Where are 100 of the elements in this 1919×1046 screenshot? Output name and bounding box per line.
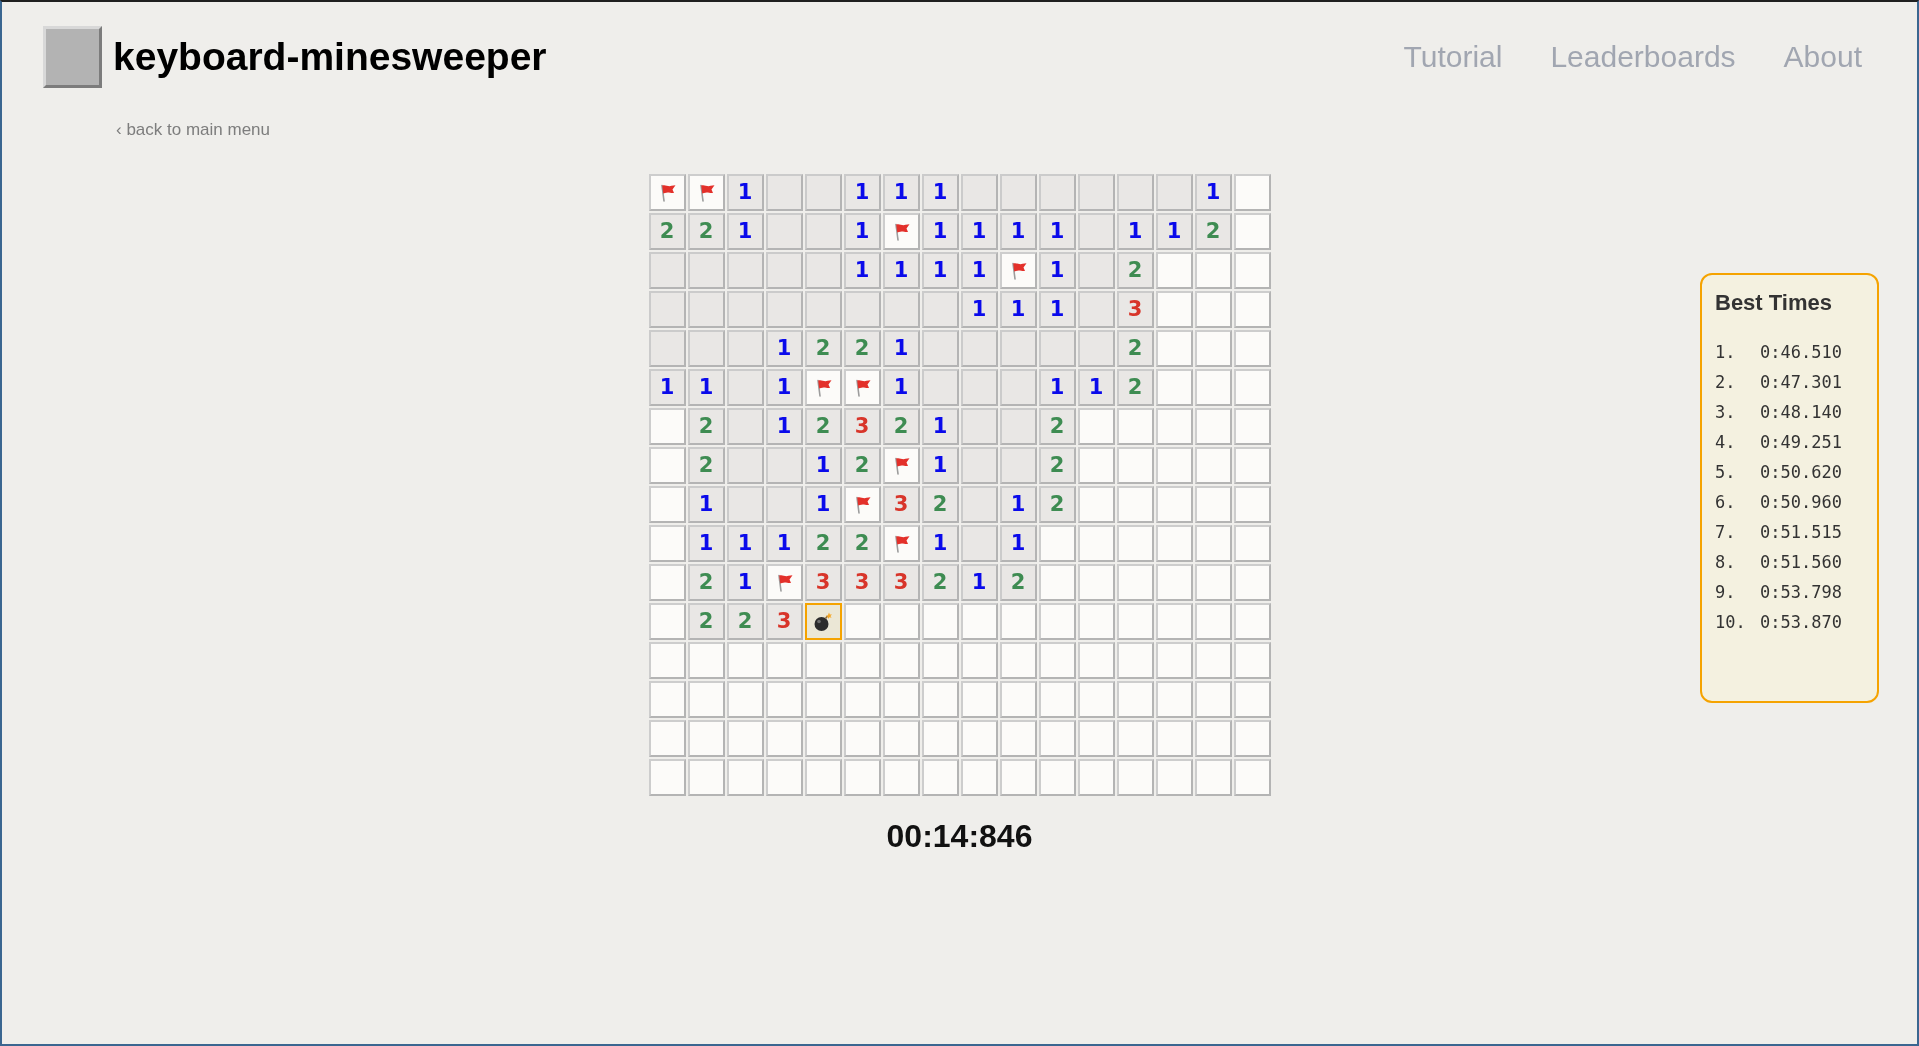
flagged-tile[interactable]: [882, 213, 920, 250]
covered-tile[interactable]: [1155, 564, 1193, 601]
covered-tile[interactable]: [1233, 291, 1271, 328]
covered-tile[interactable]: [1155, 408, 1193, 445]
covered-tile[interactable]: [765, 681, 803, 718]
covered-tile[interactable]: [1155, 369, 1193, 406]
covered-tile[interactable]: [1194, 447, 1232, 484]
covered-tile[interactable]: [1038, 603, 1076, 640]
open-tile[interactable]: [687, 252, 725, 289]
covered-tile[interactable]: [1038, 720, 1076, 757]
covered-tile[interactable]: [960, 720, 998, 757]
covered-tile[interactable]: [960, 759, 998, 796]
open-tile[interactable]: [1038, 174, 1076, 211]
covered-tile[interactable]: [1038, 759, 1076, 796]
covered-tile[interactable]: [1155, 330, 1193, 367]
number-tile[interactable]: 1: [882, 252, 920, 289]
number-tile[interactable]: 1: [921, 174, 959, 211]
covered-tile[interactable]: [726, 642, 764, 679]
covered-tile[interactable]: [1194, 486, 1232, 523]
covered-tile[interactable]: [1233, 213, 1271, 250]
covered-tile[interactable]: [1038, 525, 1076, 562]
number-tile[interactable]: 1: [843, 252, 881, 289]
covered-tile[interactable]: [1233, 369, 1271, 406]
covered-tile[interactable]: [1194, 330, 1232, 367]
covered-tile[interactable]: [999, 642, 1037, 679]
covered-tile[interactable]: [1116, 759, 1154, 796]
open-tile[interactable]: [882, 291, 920, 328]
number-tile[interactable]: 1: [804, 486, 842, 523]
open-tile[interactable]: [921, 291, 959, 328]
covered-tile[interactable]: [1194, 291, 1232, 328]
number-tile[interactable]: 3: [843, 564, 881, 601]
open-tile[interactable]: [726, 252, 764, 289]
covered-tile[interactable]: [1194, 369, 1232, 406]
open-tile[interactable]: [960, 525, 998, 562]
number-tile[interactable]: 1: [921, 252, 959, 289]
open-tile[interactable]: [765, 213, 803, 250]
number-tile[interactable]: 1: [921, 525, 959, 562]
covered-tile[interactable]: [882, 759, 920, 796]
covered-tile[interactable]: [804, 720, 842, 757]
mine-tile[interactable]: [804, 603, 842, 640]
covered-tile[interactable]: [843, 681, 881, 718]
number-tile[interactable]: 1: [999, 486, 1037, 523]
covered-tile[interactable]: [1116, 408, 1154, 445]
covered-tile[interactable]: [1194, 759, 1232, 796]
number-tile[interactable]: 3: [765, 603, 803, 640]
flagged-tile[interactable]: [804, 369, 842, 406]
covered-tile[interactable]: [1155, 603, 1193, 640]
covered-tile[interactable]: [1233, 642, 1271, 679]
open-tile[interactable]: [765, 486, 803, 523]
covered-tile[interactable]: [1116, 720, 1154, 757]
open-tile[interactable]: [1077, 291, 1115, 328]
covered-tile[interactable]: [1233, 525, 1271, 562]
covered-tile[interactable]: [648, 681, 686, 718]
open-tile[interactable]: [921, 369, 959, 406]
number-tile[interactable]: 1: [1077, 369, 1115, 406]
open-tile[interactable]: [648, 291, 686, 328]
number-tile[interactable]: 1: [843, 213, 881, 250]
covered-tile[interactable]: [921, 759, 959, 796]
covered-tile[interactable]: [687, 681, 725, 718]
covered-tile[interactable]: [1116, 564, 1154, 601]
number-tile[interactable]: 1: [999, 525, 1037, 562]
covered-tile[interactable]: [804, 759, 842, 796]
open-tile[interactable]: [726, 486, 764, 523]
covered-tile[interactable]: [1155, 447, 1193, 484]
covered-tile[interactable]: [648, 759, 686, 796]
covered-tile[interactable]: [960, 681, 998, 718]
covered-tile[interactable]: [726, 681, 764, 718]
open-tile[interactable]: [726, 408, 764, 445]
flagged-tile[interactable]: [882, 525, 920, 562]
open-tile[interactable]: [648, 330, 686, 367]
open-tile[interactable]: [804, 213, 842, 250]
covered-tile[interactable]: [882, 603, 920, 640]
covered-tile[interactable]: [1194, 252, 1232, 289]
covered-tile[interactable]: [1038, 564, 1076, 601]
covered-tile[interactable]: [1233, 447, 1271, 484]
number-tile[interactable]: 1: [765, 330, 803, 367]
covered-tile[interactable]: [1155, 720, 1193, 757]
covered-tile[interactable]: [1233, 720, 1271, 757]
covered-tile[interactable]: [765, 759, 803, 796]
covered-tile[interactable]: [999, 603, 1037, 640]
covered-tile[interactable]: [1194, 720, 1232, 757]
covered-tile[interactable]: [921, 720, 959, 757]
flagged-tile[interactable]: [648, 174, 686, 211]
number-tile[interactable]: 1: [765, 525, 803, 562]
covered-tile[interactable]: [1194, 525, 1232, 562]
open-tile[interactable]: [921, 330, 959, 367]
number-tile[interactable]: 3: [843, 408, 881, 445]
number-tile[interactable]: 1: [960, 252, 998, 289]
covered-tile[interactable]: [1233, 759, 1271, 796]
number-tile[interactable]: 1: [726, 213, 764, 250]
open-tile[interactable]: [726, 447, 764, 484]
number-tile[interactable]: 1: [726, 174, 764, 211]
open-tile[interactable]: [960, 486, 998, 523]
number-tile[interactable]: 1: [882, 174, 920, 211]
flagged-tile[interactable]: [765, 564, 803, 601]
number-tile[interactable]: 1: [687, 525, 725, 562]
number-tile[interactable]: 1: [687, 369, 725, 406]
open-tile[interactable]: [960, 330, 998, 367]
open-tile[interactable]: [960, 408, 998, 445]
flagged-tile[interactable]: [843, 369, 881, 406]
